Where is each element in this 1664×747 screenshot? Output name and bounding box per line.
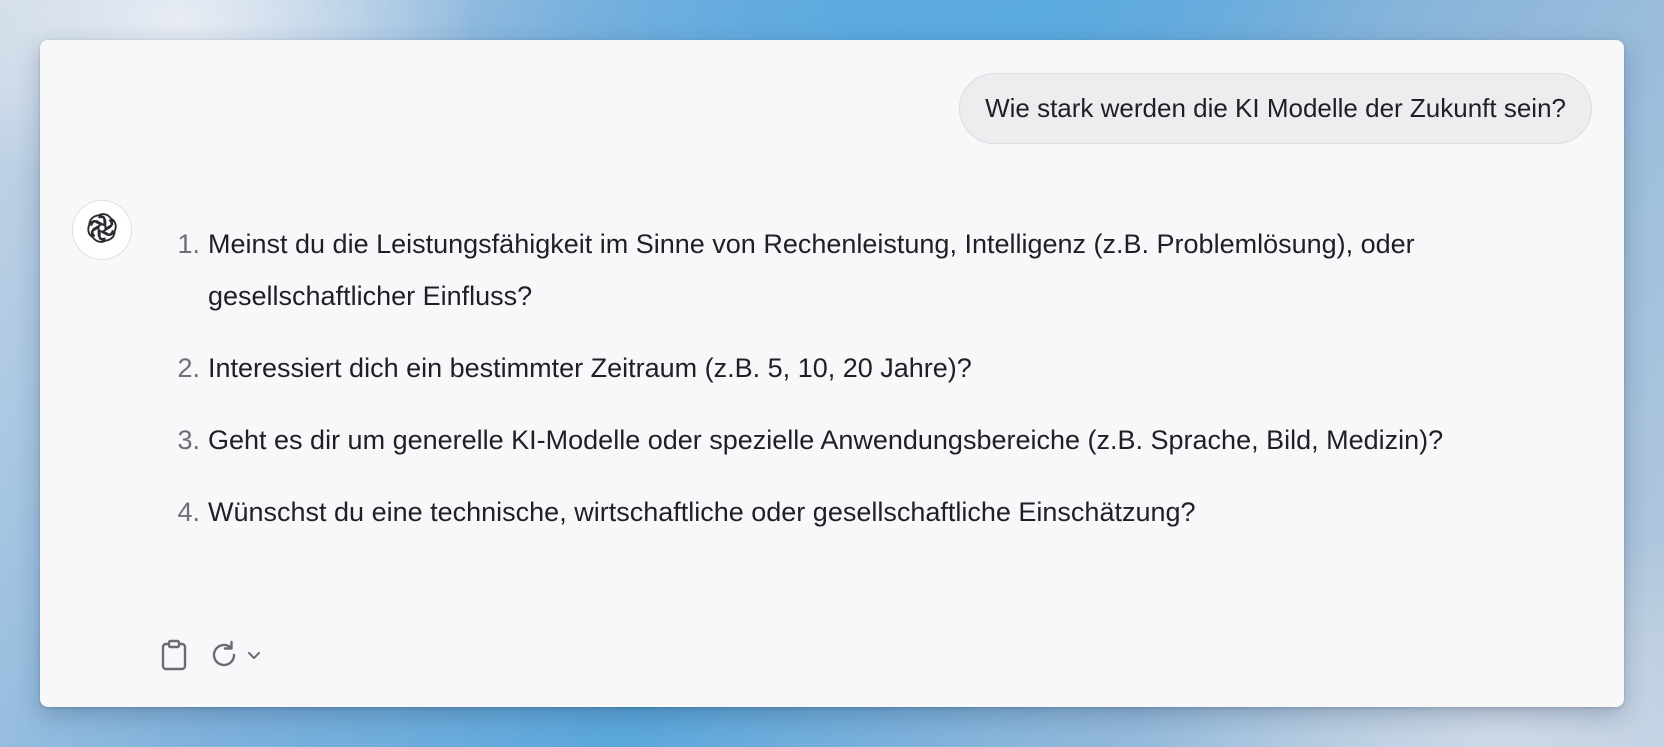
list-item-number: 2. <box>177 353 200 383</box>
assistant-avatar <box>72 200 132 260</box>
copy-button[interactable] <box>160 638 188 672</box>
list-item-number: 1. <box>177 229 200 259</box>
list-item: 4. Wünschst du eine technische, wirtscha… <box>160 486 1580 538</box>
list-item-text: Meinst du die Leistungsfähigkeit im Sinn… <box>208 229 1415 311</box>
user-message-text: Wie stark werden die KI Modelle der Zuku… <box>985 93 1566 123</box>
user-message-bubble: Wie stark werden die KI Modelle der Zuku… <box>959 73 1592 144</box>
list-item-text: Wünschst du eine technische, wirtschaftl… <box>208 497 1196 527</box>
list-item-number: 4. <box>177 497 200 527</box>
message-actions-toolbar <box>160 638 262 672</box>
regenerate-button[interactable] <box>208 638 262 672</box>
regenerate-icon <box>208 639 240 671</box>
chevron-down-icon <box>246 647 262 663</box>
list-item: 3. Geht es dir um generelle KI-Modelle o… <box>160 414 1580 466</box>
list-item-text: Geht es dir um generelle KI-Modelle oder… <box>208 425 1444 455</box>
list-item-number: 3. <box>177 425 200 455</box>
assistant-response-list: 1. Meinst du die Leistungsfähigkeit im S… <box>160 218 1580 558</box>
openai-logo-icon <box>83 210 121 250</box>
chat-window: Wie stark werden die KI Modelle der Zuku… <box>40 40 1624 707</box>
list-item: 2. Interessiert dich ein bestimmter Zeit… <box>160 342 1580 394</box>
list-item-text: Interessiert dich ein bestimmter Zeitrau… <box>208 353 972 383</box>
clipboard-icon <box>160 639 188 671</box>
list-item: 1. Meinst du die Leistungsfähigkeit im S… <box>160 218 1580 322</box>
